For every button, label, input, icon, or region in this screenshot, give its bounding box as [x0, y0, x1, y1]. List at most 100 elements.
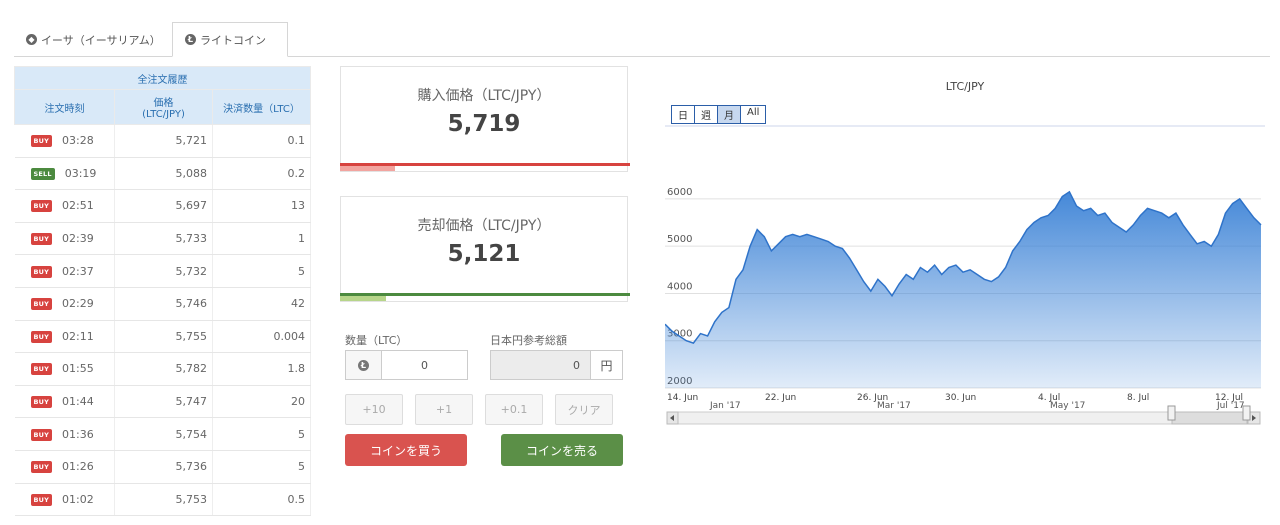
col-header-time: 注文時刻: [14, 89, 115, 125]
row-price: 5,733: [114, 222, 213, 256]
row-time-value: 03:19: [64, 166, 97, 180]
row-time: BUY 01:55: [14, 352, 115, 386]
sell-price-label: 売却価格（LTC/JPY）: [417, 218, 551, 234]
col-header-price-line1: 価格: [153, 98, 174, 109]
sell-coin-button[interactable]: コインを売る: [501, 434, 623, 466]
row-time-value: 01:55: [62, 362, 94, 376]
table-row: BUY 02:37 5,732 5: [14, 254, 311, 288]
row-qty: 5: [212, 417, 311, 451]
row-qty: 0.5: [212, 483, 311, 517]
order-history: 全注文履歴 注文時刻 価格 (LTC/JPY) 決済数量（LTC） BUY 03:…: [14, 66, 311, 517]
row-price: 5,755: [114, 320, 213, 354]
add-0.1-button[interactable]: +0.1: [485, 394, 543, 425]
row-price: 5,754: [114, 417, 213, 451]
sell-price-box: 売却価格（LTC/JPY） 5,121: [340, 196, 630, 302]
history-rows: BUY 03:28 5,721 0.1 SELL 03:19 5,088 0.2 BUY 02:5…: [14, 124, 311, 517]
row-time: BUY 01:26: [14, 450, 115, 484]
x-tick-label: 14. Jun: [667, 393, 698, 403]
tab-label: ライトコイン: [200, 33, 266, 47]
tab-litecoin[interactable]: Ł ライトコイン: [172, 22, 288, 57]
add-1-button[interactable]: +1: [415, 394, 473, 425]
buy-price-value: 5,719: [447, 111, 521, 137]
qty-label: 数量（LTC）: [345, 334, 408, 347]
table-row: SELL 03:19 5,088 0.2: [14, 157, 311, 191]
row-time-value: 03:28: [62, 134, 94, 148]
row-time: BUY 01:44: [14, 385, 115, 419]
sell-indicator-fill: [340, 296, 387, 301]
row-price: 5,747: [114, 385, 213, 419]
qty-field: Ł: [345, 350, 468, 380]
row-qty: 5: [212, 254, 311, 288]
row-price: 5,736: [114, 450, 213, 484]
table-row: BUY 02:51 5,697 13: [14, 189, 311, 223]
buy-badge: BUY: [30, 265, 53, 278]
row-time: BUY 01:36: [14, 417, 115, 451]
row-qty: 13: [212, 189, 311, 223]
sell-badge: SELL: [30, 167, 55, 180]
buy-badge: BUY: [30, 298, 53, 311]
table-row: BUY 01:02 5,753 0.5: [14, 483, 311, 517]
yen-total-input: [491, 351, 590, 379]
row-price: 5,753: [114, 483, 213, 517]
table-row: BUY 02:39 5,733 1: [14, 222, 311, 256]
row-time-value: 02:39: [62, 232, 94, 246]
row-price: 5,732: [114, 254, 213, 288]
y-tick-label: 6000: [667, 187, 692, 198]
row-price: 5,782: [114, 352, 213, 386]
buy-badge: BUY: [30, 428, 53, 441]
chart-svg: 2000300040005000600014. Jun22. Jun26. Ju…: [665, 125, 1265, 425]
tab-label: イーサ（イーサリアム）: [40, 33, 161, 47]
row-time-value: 02:37: [62, 264, 94, 278]
qty-input[interactable]: [382, 351, 467, 379]
row-time-value: 02:11: [62, 329, 94, 343]
history-caption: 全注文履歴: [14, 66, 311, 90]
buy-badge: BUY: [30, 233, 53, 246]
row-qty: 5: [212, 450, 311, 484]
row-time: BUY 03:28: [14, 124, 115, 158]
clear-button[interactable]: クリア: [555, 394, 613, 425]
row-qty: 42: [212, 287, 311, 321]
row-time: BUY 01:02: [14, 483, 115, 517]
buy-badge: BUY: [30, 461, 53, 474]
row-time: BUY 02:39: [14, 222, 115, 256]
navigator-label: Jul '17: [1216, 401, 1245, 411]
row-qty: 20: [212, 385, 311, 419]
row-price: 5,746: [114, 287, 213, 321]
row-time-value: 01:36: [62, 427, 94, 441]
buy-price-box: 購入価格（LTC/JPY） 5,719: [340, 66, 630, 172]
add-10-button[interactable]: +10: [345, 394, 403, 425]
tab-ethereum[interactable]: ◆ イーサ（イーサリアム）: [14, 22, 172, 57]
x-tick-label: 8. Jul: [1127, 393, 1149, 403]
litecoin-icon: Ł: [185, 34, 196, 45]
col-header-price-line2: (LTC/JPY): [142, 109, 185, 120]
buy-badge: BUY: [30, 135, 53, 148]
row-time-value: 02:51: [62, 199, 94, 213]
navigator-label: Jan '17: [709, 401, 741, 411]
buy-price-indicator: [340, 163, 630, 171]
price-area: [665, 191, 1261, 388]
row-qty: 0.2: [212, 157, 311, 191]
coin-tabs: ◆ イーサ（イーサリアム） Ł ライトコイン: [14, 22, 1270, 57]
table-row: BUY 01:55 5,782 1.8: [14, 352, 311, 386]
row-price: 5,697: [114, 189, 213, 223]
table-row: BUY 01:36 5,754 5: [14, 417, 311, 451]
price-chart: LTC/JPY 日週月All 2000300040005000600014. J…: [665, 70, 1265, 430]
row-time-value: 01:02: [62, 492, 94, 506]
sell-price-indicator: [340, 293, 630, 301]
row-time: BUY 02:29: [14, 287, 115, 321]
scrollbar-thumb: [1171, 411, 1248, 425]
table-row: BUY 02:29 5,746 42: [14, 287, 311, 321]
row-time-value: 02:29: [62, 297, 94, 311]
navigator-label: May '17: [1050, 401, 1085, 411]
row-time: SELL 03:19: [14, 157, 115, 191]
buy-indicator-fill: [340, 166, 396, 171]
table-row: BUY 02:11 5,755 0.004: [14, 320, 311, 354]
buy-coin-button[interactable]: コインを買う: [345, 434, 467, 466]
table-row: BUY 01:44 5,747 20: [14, 385, 311, 419]
buy-badge: BUY: [30, 200, 53, 213]
x-tick-label: 30. Jun: [945, 393, 976, 403]
col-header-price: 価格 (LTC/JPY): [114, 89, 213, 125]
buy-badge: BUY: [30, 396, 53, 409]
row-price: 5,088: [114, 157, 213, 191]
row-qty: 1: [212, 222, 311, 256]
